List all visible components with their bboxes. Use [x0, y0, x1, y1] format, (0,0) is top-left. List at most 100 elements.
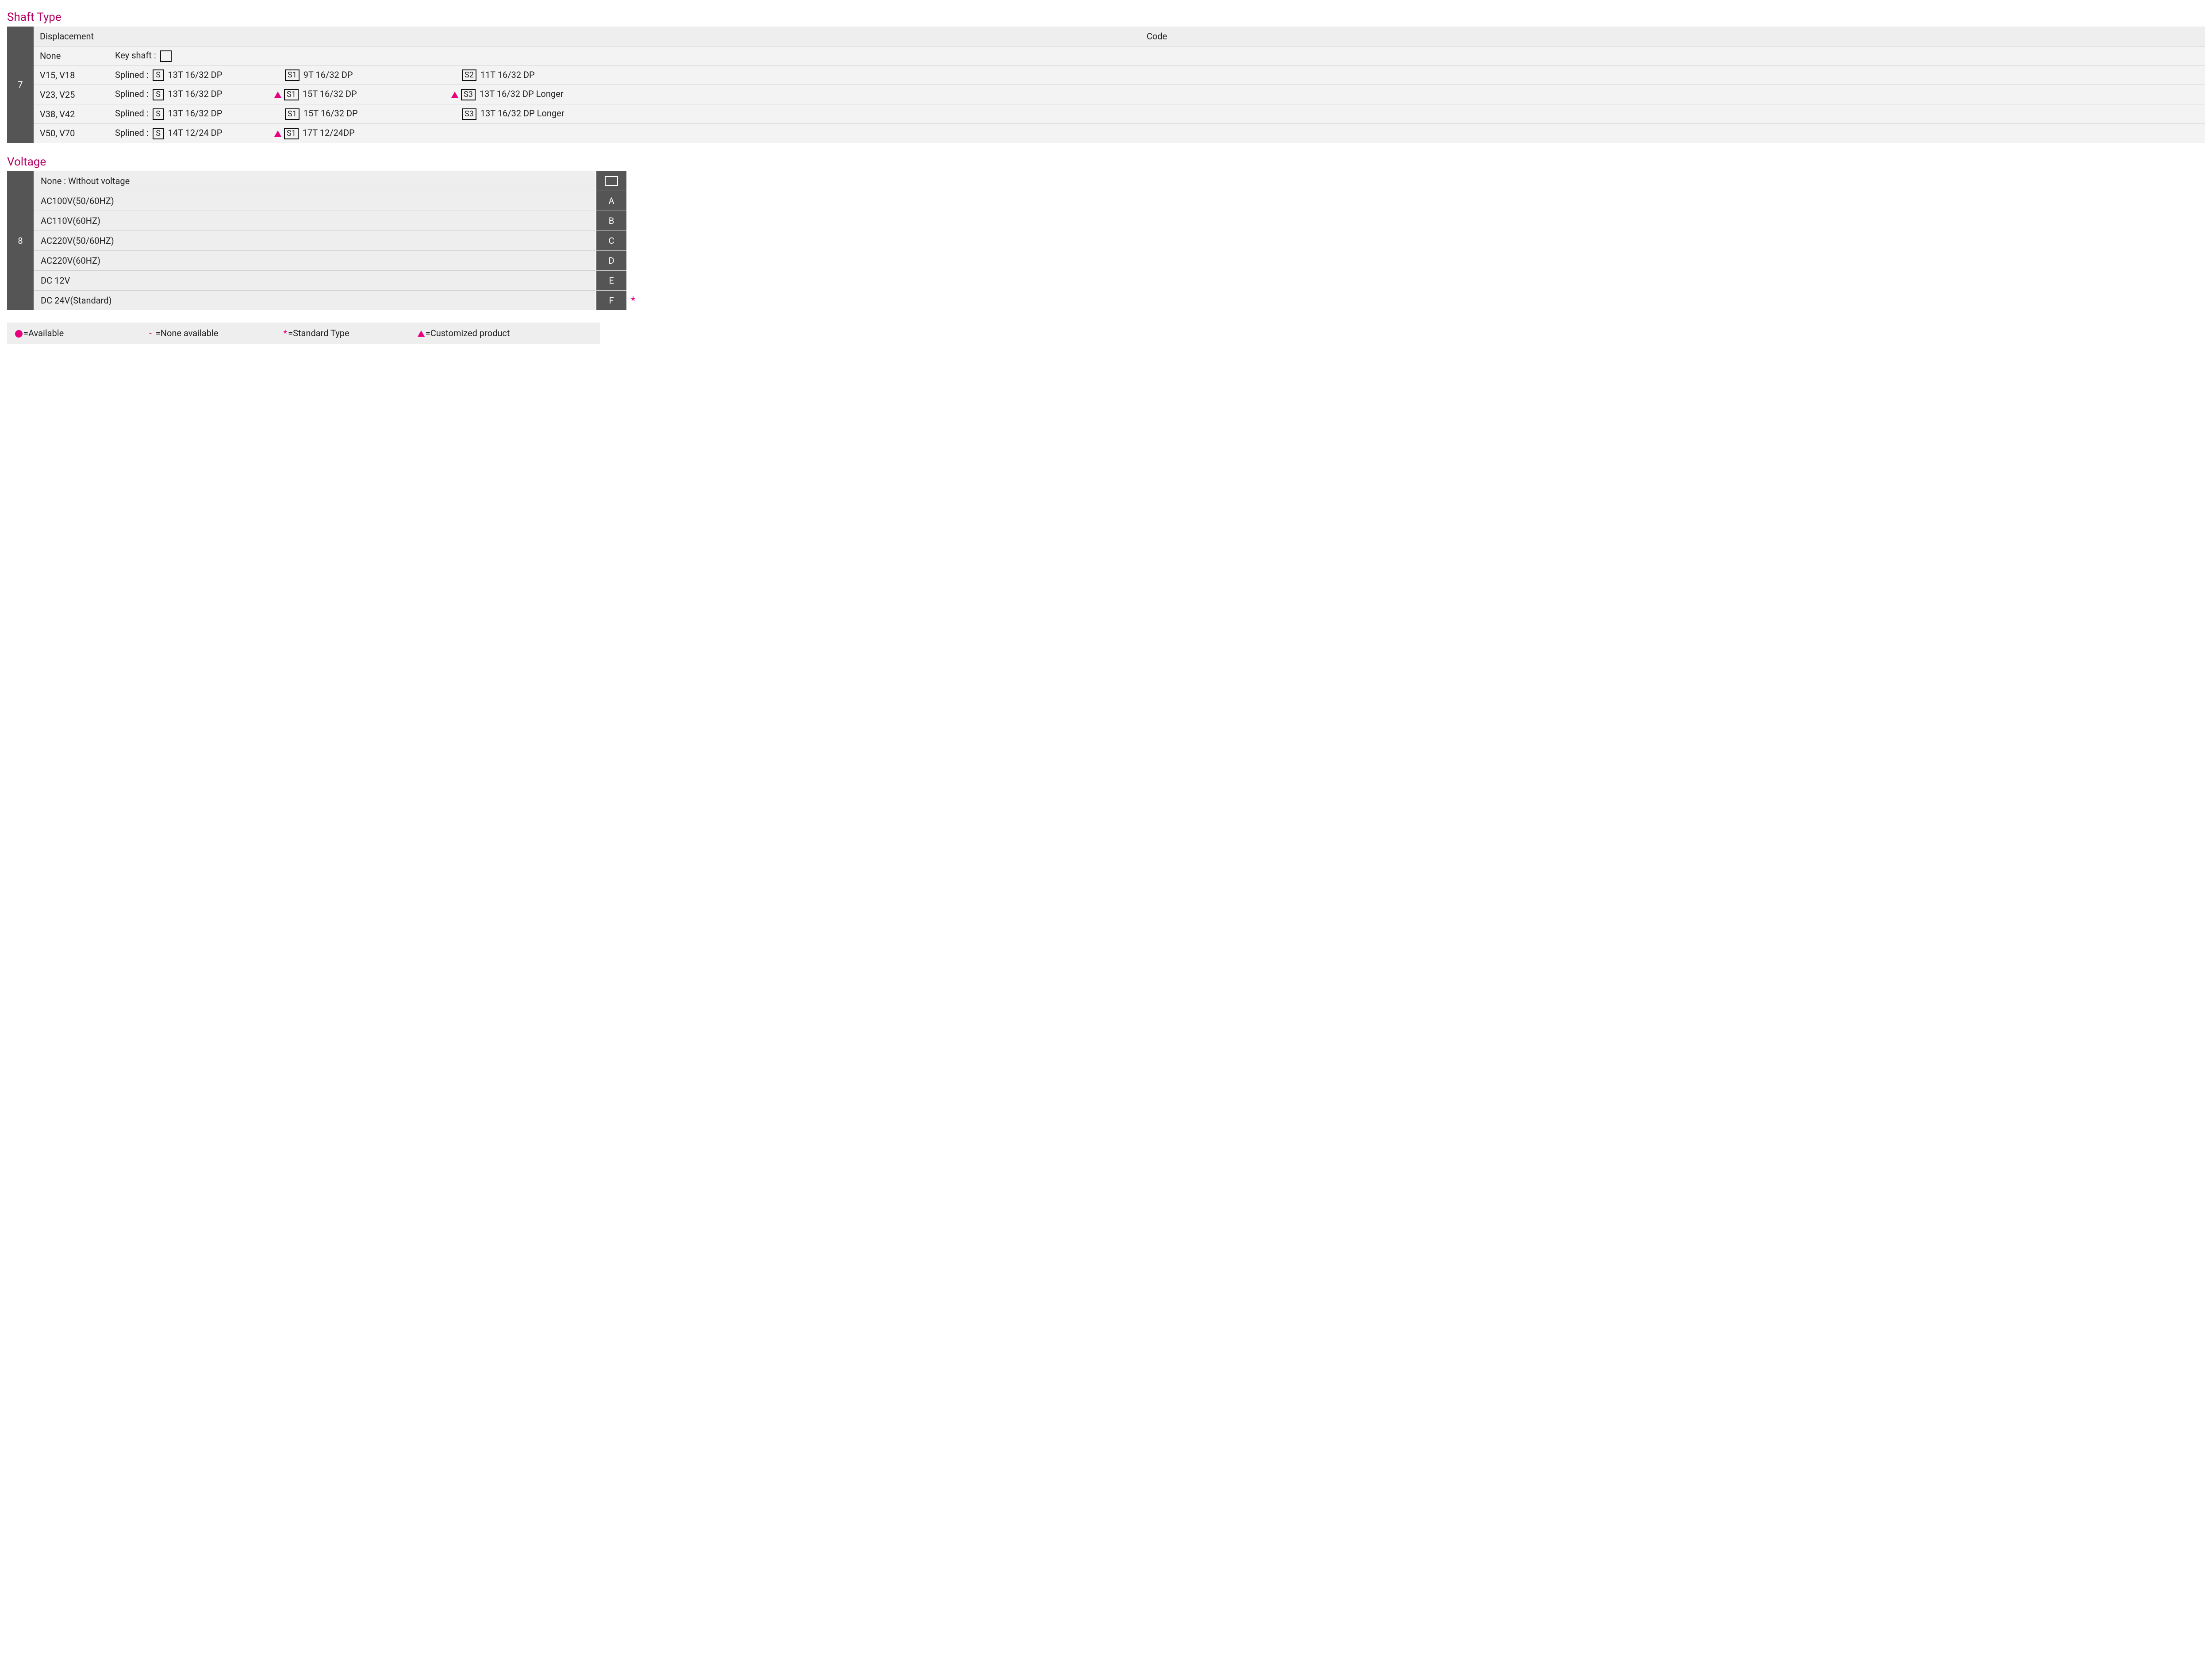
code-cell: Splined : S 14T 12/24 DP	[109, 124, 277, 143]
triangle-icon	[451, 92, 458, 98]
table-row: None Key shaft :	[34, 46, 2205, 66]
legend-available-text: =Available	[23, 328, 64, 338]
code-prefix: Splined :	[115, 108, 151, 119]
voltage-label: AC220V(60HZ)	[34, 251, 595, 270]
shaft-table-body: Displacement Code None Key shaft : V15, V…	[34, 27, 2205, 143]
legend-none-text: =None available	[154, 328, 219, 338]
code-box: S2	[462, 69, 476, 81]
code-suffix: 9T 16/32 DP	[301, 69, 353, 80]
shaft-type-section: Shaft Type 7 Displacement Code None Key s…	[7, 11, 2205, 143]
code-cell: S1 17T 12/24DP	[277, 124, 454, 143]
code-suffix: 13T 16/32 DP	[166, 69, 223, 80]
shaft-header-row: Displacement Code	[34, 27, 2205, 46]
code-prefix: Splined :	[115, 127, 151, 138]
code-box: S1	[284, 89, 299, 100]
voltage-label: None : Without voltage	[34, 171, 595, 191]
voltage-code: B	[595, 211, 626, 231]
code-cell	[454, 52, 2205, 59]
code-cell: S2 11T 16/32 DP	[454, 66, 2205, 85]
voltage-code: E	[595, 271, 626, 290]
voltage-code: F	[595, 291, 626, 310]
standard-star-icon: *	[631, 294, 635, 307]
displacement-cell: None	[34, 47, 109, 65]
code-cell: S3 13T 16/32 DP Longer	[454, 104, 2205, 123]
code-prefix: Key shaft :	[115, 50, 158, 61]
legend-custom: =Customized product	[418, 328, 592, 338]
voltage-label: AC100V(50/60HZ)	[34, 191, 595, 211]
code-box: S	[153, 69, 164, 81]
code-suffix: 13T 16/32 DP	[166, 108, 223, 119]
empty-code-box	[605, 176, 618, 186]
code-suffix: 13T 16/32 DP	[166, 88, 223, 99]
voltage-title: Voltage	[7, 155, 2205, 169]
shaft-table: 7 Displacement Code None Key shaft : V15,…	[7, 27, 2205, 143]
table-row: DC 24V(Standard)F	[34, 291, 626, 310]
code-cell	[454, 130, 2205, 137]
voltage-wrap: 8 None : Without voltageAC100V(50/60HZ)A…	[7, 171, 2205, 310]
shaft-title: Shaft Type	[7, 11, 2205, 24]
code-cell: S3 13T 16/32 DP Longer	[454, 85, 2205, 104]
code-box: S	[153, 128, 164, 139]
code-box: S3	[461, 89, 476, 100]
voltage-label: DC 24V(Standard)	[34, 291, 595, 310]
voltage-code: D	[595, 251, 626, 270]
code-suffix: 11T 16/32 DP	[478, 69, 535, 80]
table-row: AC220V(50/60HZ)C	[34, 231, 626, 251]
table-row: V15, V18Splined : S 13T 16/32 DPS1 9T 16…	[34, 66, 2205, 85]
voltage-star-column: *	[626, 171, 640, 310]
voltage-label: AC220V(50/60HZ)	[34, 231, 595, 250]
code-cell: S1 15T 16/32 DP	[277, 85, 454, 104]
code-cell: S1 15T 16/32 DP	[277, 104, 454, 123]
voltage-section-number: 8	[7, 171, 34, 310]
displacement-cell: V23, V25	[34, 86, 109, 104]
code-suffix: 17T 12/24DP	[300, 127, 355, 138]
code-box: S1	[284, 128, 299, 139]
displacement-cell: V50, V70	[34, 124, 109, 142]
shaft-section-number: 7	[7, 27, 34, 143]
code-box: S	[153, 108, 164, 120]
code-suffix: 14T 12/24 DP	[166, 127, 223, 138]
code-suffix: 13T 16/32 DP Longer	[478, 108, 565, 119]
table-row: AC100V(50/60HZ)A	[34, 191, 626, 211]
voltage-section: Voltage 8 None : Without voltageAC100V(5…	[7, 155, 2205, 310]
triangle-icon	[418, 330, 425, 337]
code-prefix: Splined :	[115, 88, 151, 99]
voltage-code: A	[595, 191, 626, 211]
voltage-code	[595, 171, 626, 191]
legend-available: =Available	[15, 328, 149, 338]
table-row: None : Without voltage	[34, 171, 626, 191]
table-row: V38, V42Splined : S 13T 16/32 DPS1 15T 1…	[34, 104, 2205, 124]
voltage-table-body: None : Without voltageAC100V(50/60HZ)AAC…	[34, 171, 626, 310]
code-cell: Splined : S 13T 16/32 DP	[109, 104, 277, 123]
code-box	[160, 50, 172, 62]
header-displacement: Displacement	[34, 27, 109, 46]
legend-standard: *=Standard Type	[284, 328, 418, 338]
code-cell: Splined : S 13T 16/32 DP	[109, 66, 277, 85]
displacement-cell: V38, V42	[34, 105, 109, 123]
legend: =Available - =None available *=Standard …	[7, 323, 600, 344]
code-prefix: Splined :	[115, 69, 151, 80]
code-cell	[277, 52, 454, 59]
legend-none: - =None available	[149, 328, 283, 338]
dash-icon: -	[149, 328, 152, 338]
legend-standard-text: =Standard Type	[288, 328, 349, 338]
code-box: S1	[285, 108, 300, 120]
code-box: S1	[285, 69, 300, 81]
voltage-code: C	[595, 231, 626, 250]
code-cell: Key shaft :	[109, 46, 277, 65]
code-cell: Splined : S 13T 16/32 DP	[109, 85, 277, 104]
table-row: AC110V(60HZ)B	[34, 211, 626, 231]
star-icon: *	[284, 328, 288, 338]
legend-custom-text: =Customized product	[426, 328, 510, 338]
code-suffix: 13T 16/32 DP Longer	[477, 88, 564, 99]
code-cell: S1 9T 16/32 DP	[277, 66, 454, 85]
triangle-icon	[274, 131, 281, 137]
table-row: DC 12VE	[34, 271, 626, 291]
triangle-icon	[274, 92, 281, 98]
table-row: AC220V(60HZ)D	[34, 251, 626, 271]
circle-icon	[15, 330, 23, 338]
table-row: V23, V25Splined : S 13T 16/32 DPS1 15T 1…	[34, 85, 2205, 104]
displacement-cell: V15, V18	[34, 66, 109, 84]
table-row: V50, V70Splined : S 14T 12/24 DPS1 17T 1…	[34, 124, 2205, 143]
code-box: S	[153, 89, 164, 100]
